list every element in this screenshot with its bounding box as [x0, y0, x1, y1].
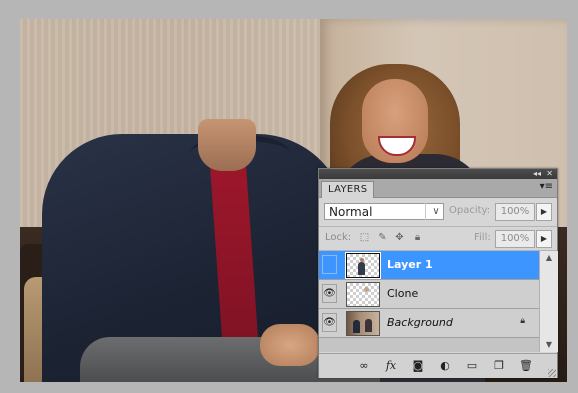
layers-list: Layer 1 👁︎ Clone 👁︎ Background 🔒︎ [319, 251, 539, 352]
trash-icon[interactable]: 🗑︎ [517, 358, 535, 374]
adjustment-icon[interactable]: ◐ [436, 358, 454, 374]
layers-panel: ◂◂ ✕ LAYERS ▾≡ Normal ∨ Opacity: 100% ▶ … [318, 168, 558, 378]
layer-row-clone[interactable]: 👁︎ Clone [319, 280, 539, 309]
lock-transparent-icon[interactable]: ⬚ [359, 232, 370, 243]
chevron-down-icon[interactable]: ∨ [425, 203, 446, 220]
layer-row-background[interactable]: 👁︎ Background 🔒︎ [319, 309, 539, 338]
layer-name[interactable]: Background [387, 316, 453, 329]
collapse-icon[interactable]: ◂◂ [533, 169, 541, 179]
new-layer-icon[interactable]: ❐ [490, 358, 508, 374]
opacity-field[interactable]: 100% [495, 203, 535, 221]
eye-icon[interactable]: 👁︎ [322, 284, 337, 303]
layer-thumbnail[interactable] [346, 311, 380, 336]
opacity-slider-button[interactable]: ▶ [536, 203, 552, 221]
mask-icon[interactable]: ◙ [409, 358, 427, 374]
panel-tab-row: LAYERS ▾≡ [319, 179, 557, 198]
blend-row: Normal ∨ Opacity: 100% ▶ [319, 199, 557, 225]
fx-icon[interactable]: fx [382, 358, 400, 374]
divider [319, 226, 557, 227]
eye-icon[interactable]: 👁︎ [322, 313, 337, 332]
fill-field[interactable]: 100% [495, 230, 535, 248]
panel-menu-icon[interactable]: ▾≡ [540, 181, 553, 192]
visibility-toggle[interactable] [322, 255, 337, 274]
tab-layers[interactable]: LAYERS [321, 181, 375, 198]
man-hand [260, 324, 320, 366]
man-neck [198, 119, 256, 171]
folder-icon[interactable]: ▭ [463, 358, 481, 374]
lock-position-icon[interactable]: ✥ [394, 232, 405, 243]
panel-footer: ∞ fx ◙ ◐ ▭ ❐ 🗑︎ [319, 353, 557, 378]
scroll-up-icon[interactable]: ▲ [540, 251, 558, 265]
resize-grip[interactable] [548, 369, 556, 377]
layer-thumbnail[interactable] [345, 252, 381, 279]
thumb-head [360, 258, 364, 262]
fill-slider-button[interactable]: ▶ [536, 230, 552, 248]
thumb-figure-woman [365, 319, 372, 332]
layer-row-layer-1[interactable]: Layer 1 [319, 251, 539, 280]
scroll-down-icon[interactable]: ▼ [540, 338, 558, 352]
lock-image-icon[interactable]: ✎ [377, 232, 388, 243]
layer-name[interactable]: Layer 1 [387, 258, 433, 271]
lock-all-icon[interactable]: 🔒︎ [412, 232, 423, 243]
lock-label: Lock: [325, 232, 352, 243]
opacity-label: Opacity: [449, 205, 491, 216]
panel-titlebar[interactable]: ◂◂ ✕ [319, 169, 557, 179]
thumb-head [364, 287, 369, 292]
link-icon[interactable]: ∞ [355, 358, 373, 374]
close-icon[interactable]: ✕ [546, 169, 553, 179]
thumb-figure-man [353, 320, 360, 333]
layer-thumbnail[interactable] [346, 282, 380, 307]
fill-label: Fill: [474, 232, 491, 243]
thumb-figure [358, 262, 365, 275]
lock-icon: 🔒︎ [520, 316, 525, 326]
layers-scrollbar[interactable]: ▲ ▼ [539, 251, 558, 352]
layer-name[interactable]: Clone [387, 287, 418, 300]
